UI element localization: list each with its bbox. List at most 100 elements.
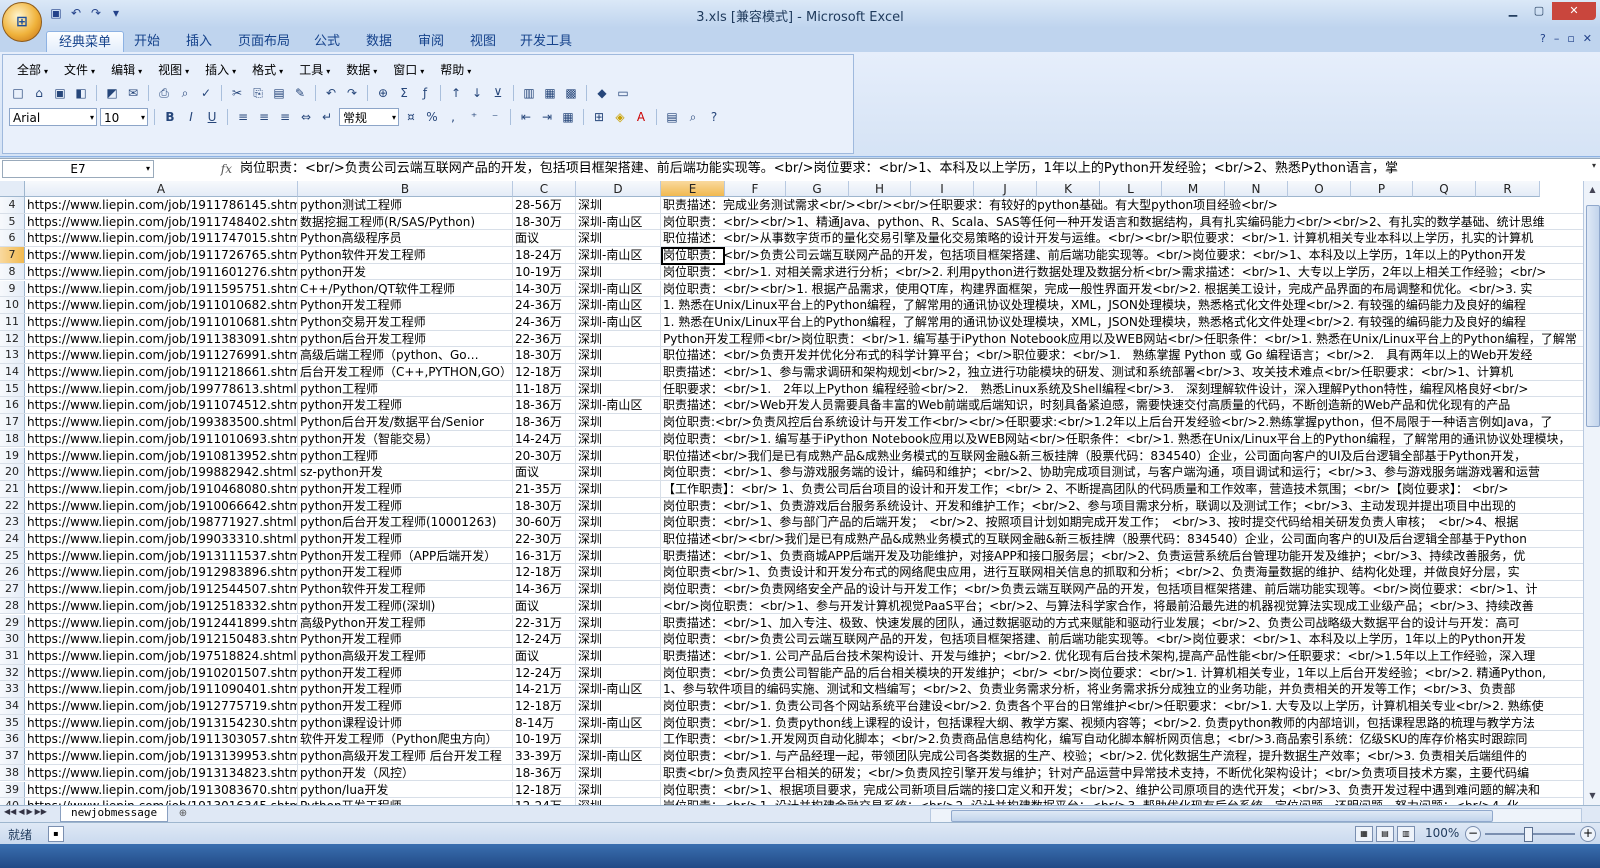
last-sheet-arrow[interactable]: ▶▶ bbox=[35, 807, 47, 816]
cell-d[interactable]: 深圳-南山区 bbox=[576, 313, 661, 330]
cell-e[interactable]: 岗位职责：<br/>1、参与游戏服务端的设计，编码和维护；<br/>2、协助完成… bbox=[661, 464, 1583, 480]
cell-d[interactable]: 深圳 bbox=[576, 647, 661, 664]
cell-c[interactable]: 12-24万 bbox=[513, 798, 576, 805]
cell-d[interactable]: 深圳 bbox=[576, 480, 661, 497]
column-header[interactable]: G bbox=[786, 181, 849, 197]
cell-a[interactable]: https://www.liepin.com/job/199033310.sht… bbox=[25, 531, 298, 547]
cell-b[interactable]: Python后台开发/数据平台/Senior bbox=[298, 414, 513, 430]
cell-b[interactable]: python工程师 bbox=[298, 447, 513, 464]
workbook-restore-icon[interactable]: ▫ bbox=[1567, 32, 1574, 45]
cell-d[interactable]: 深圳 bbox=[576, 514, 661, 530]
cell-a[interactable]: https://www.liepin.com/job/1911747015.sh… bbox=[25, 230, 298, 247]
cell-c[interactable]: 16-31万 bbox=[513, 547, 576, 564]
cell-e[interactable]: Python开发工程师<br/>岗位职责：<br/>1. 编写基于iPython… bbox=[661, 331, 1583, 347]
tab-home[interactable]: 开始 bbox=[122, 31, 172, 52]
pivot-icon[interactable]: ▦ bbox=[541, 84, 559, 102]
expand-formula-bar-icon[interactable]: ▾ bbox=[1592, 161, 1596, 170]
cell-c[interactable]: 24-36万 bbox=[513, 313, 576, 330]
cell-a[interactable]: https://www.liepin.com/job/1912518332.sh… bbox=[25, 597, 298, 614]
cell-d[interactable]: 深圳 bbox=[576, 380, 661, 397]
cell-b[interactable]: 后台开发工程师（C++,PYTHON,GO） bbox=[298, 364, 513, 380]
scroll-up-arrow[interactable]: ▲ bbox=[1586, 183, 1599, 197]
cell-e[interactable]: 职责描述：<br/>1、负责商城APP后端开发及功能维护，对接APP和接口服务层… bbox=[661, 548, 1583, 564]
row-header[interactable]: 11 bbox=[0, 313, 25, 330]
cell-a[interactable]: https://www.liepin.com/job/1911303057.sh… bbox=[25, 731, 298, 748]
align-center-icon[interactable]: ≡ bbox=[255, 108, 273, 126]
cell-d[interactable]: 深圳 bbox=[576, 197, 661, 213]
undo-icon[interactable]: ↶ bbox=[322, 84, 340, 102]
cell-e[interactable]: 岗位职责：<br/>1、根据项目要求，完成公司新项目后端的接口定义和开发；<br… bbox=[661, 782, 1583, 798]
cell-a[interactable]: https://www.liepin.com/job/199882942.sht… bbox=[25, 464, 298, 480]
row-header[interactable]: 36 bbox=[0, 731, 25, 748]
row-header[interactable]: 27 bbox=[0, 581, 25, 597]
row-header[interactable]: 21 bbox=[0, 480, 25, 497]
row-header[interactable]: 39 bbox=[0, 781, 25, 798]
cell-d[interactable]: 深圳 bbox=[576, 664, 661, 681]
cell-c[interactable]: 12-18万 bbox=[513, 364, 576, 380]
column-header[interactable]: F bbox=[725, 181, 786, 197]
row-header[interactable]: 32 bbox=[0, 664, 25, 681]
row-header[interactable]: 6 bbox=[0, 230, 25, 247]
cell-d[interactable]: 深圳 bbox=[576, 597, 661, 614]
folder-icon[interactable]: ▭ bbox=[614, 84, 632, 102]
cell-e[interactable]: 岗位职责：<br/>负责公司云端互联网产品的开发，包括项目框架搭建、前后端功能实… bbox=[661, 247, 1583, 263]
cell-e[interactable]: 岗位职责：<br/>1、负责游戏后台服务系统设计、开发和维护工作；<br/>2、… bbox=[661, 498, 1583, 514]
zoom-in-button[interactable]: + bbox=[1580, 826, 1596, 842]
first-sheet-arrow[interactable]: ◀◀ bbox=[4, 807, 16, 816]
column-header[interactable]: Q bbox=[1413, 181, 1476, 197]
cell-b[interactable]: python工程师 bbox=[298, 380, 513, 397]
row-header[interactable]: 29 bbox=[0, 614, 25, 631]
sheet-tab-newjobmessage[interactable]: newjobmessage bbox=[60, 806, 169, 822]
horizontal-scrollbar[interactable] bbox=[930, 808, 1582, 823]
cell-d[interactable]: 深圳 bbox=[576, 698, 661, 714]
tab-page-layout[interactable]: 页面布局 bbox=[226, 31, 302, 52]
cell-e[interactable]: 岗位职责:<br/>负责风控后台系统设计与开发工作<br/><br/>任职要求:… bbox=[661, 414, 1583, 430]
row-header[interactable]: 4 bbox=[0, 197, 25, 213]
cell-e[interactable]: 职位描述：<br/>从事数字货币的量化交易引擎及量化交易策略的设计开发与运维。<… bbox=[661, 230, 1583, 246]
cell-d[interactable]: 深圳 bbox=[576, 764, 661, 781]
column-header[interactable]: D bbox=[576, 181, 661, 197]
cell-a[interactable]: https://www.liepin.com/job/1910813952.sh… bbox=[25, 447, 298, 464]
chart-icon[interactable]: ▥ bbox=[520, 84, 538, 102]
row-header[interactable]: 5 bbox=[0, 213, 25, 230]
column-header[interactable]: B bbox=[298, 181, 513, 197]
row-header[interactable]: 34 bbox=[0, 698, 25, 714]
worksheet-grid[interactable]: ABCDEFGHIJKLMNOPQR 4 https://www.liepin.c… bbox=[0, 181, 1583, 805]
cell-d[interactable]: 深圳-南山区 bbox=[576, 280, 661, 297]
prev-sheet-arrow[interactable]: ◀ bbox=[18, 807, 24, 816]
cell-b[interactable]: python开发工程师 bbox=[298, 564, 513, 581]
cell-c[interactable]: 21-35万 bbox=[513, 480, 576, 497]
column-header[interactable]: P bbox=[1351, 181, 1413, 197]
horizontal-scroll-thumb[interactable] bbox=[951, 810, 1493, 822]
cell-a[interactable]: https://www.liepin.com/job/1913083670.sh… bbox=[25, 781, 298, 798]
cell-d[interactable]: 深圳 bbox=[576, 464, 661, 480]
cell-a[interactable]: https://www.liepin.com/job/1913111537.sh… bbox=[25, 547, 298, 564]
cell-b[interactable]: python/lua开发 bbox=[298, 781, 513, 798]
number-format-select[interactable]: 常规 ▾ bbox=[339, 108, 399, 126]
insert-function-button[interactable]: fx bbox=[221, 162, 232, 176]
cell-e[interactable]: 职责描述：<br/>1、参与需求调研和架构规划<br/>2，独立进行功能模块的研… bbox=[661, 364, 1583, 380]
tab-review[interactable]: 审阅 bbox=[406, 31, 456, 52]
page-break-view-button[interactable]: ▥ bbox=[1397, 826, 1415, 842]
cell-a[interactable]: https://www.liepin.com/job/1910066642.sh… bbox=[25, 497, 298, 514]
cut-icon[interactable]: ✂ bbox=[228, 84, 246, 102]
cell-a[interactable]: https://www.liepin.com/job/1913016345.sh… bbox=[25, 798, 298, 805]
column-header[interactable]: J bbox=[974, 181, 1037, 197]
menu-help[interactable]: 帮助 ▾ bbox=[432, 59, 479, 80]
pdf-icon[interactable]: ◩ bbox=[103, 84, 121, 102]
italic-button[interactable]: I bbox=[182, 108, 200, 126]
column-header[interactable]: I bbox=[911, 181, 974, 197]
insert-sheet-icon[interactable]: ⊕ bbox=[172, 807, 194, 820]
column-header[interactable]: L bbox=[1100, 181, 1162, 197]
row-header[interactable]: 7 bbox=[0, 247, 25, 263]
tab-classic-menu[interactable]: 经典菜单 bbox=[46, 31, 125, 53]
column-header[interactable]: A bbox=[25, 181, 298, 197]
cell-a[interactable]: https://www.liepin.com/job/1910468080.sh… bbox=[25, 480, 298, 497]
next-sheet-arrow[interactable]: ▶ bbox=[26, 807, 32, 816]
sort-descending-icon[interactable]: ↓ bbox=[468, 84, 486, 102]
cell-c[interactable]: 18-30万 bbox=[513, 497, 576, 514]
column-header[interactable]: K bbox=[1037, 181, 1100, 197]
cell-b[interactable]: python课程设计师 bbox=[298, 714, 513, 731]
menu-data[interactable]: 数据 ▾ bbox=[338, 59, 385, 80]
function-icon[interactable]: ƒ bbox=[416, 84, 434, 102]
